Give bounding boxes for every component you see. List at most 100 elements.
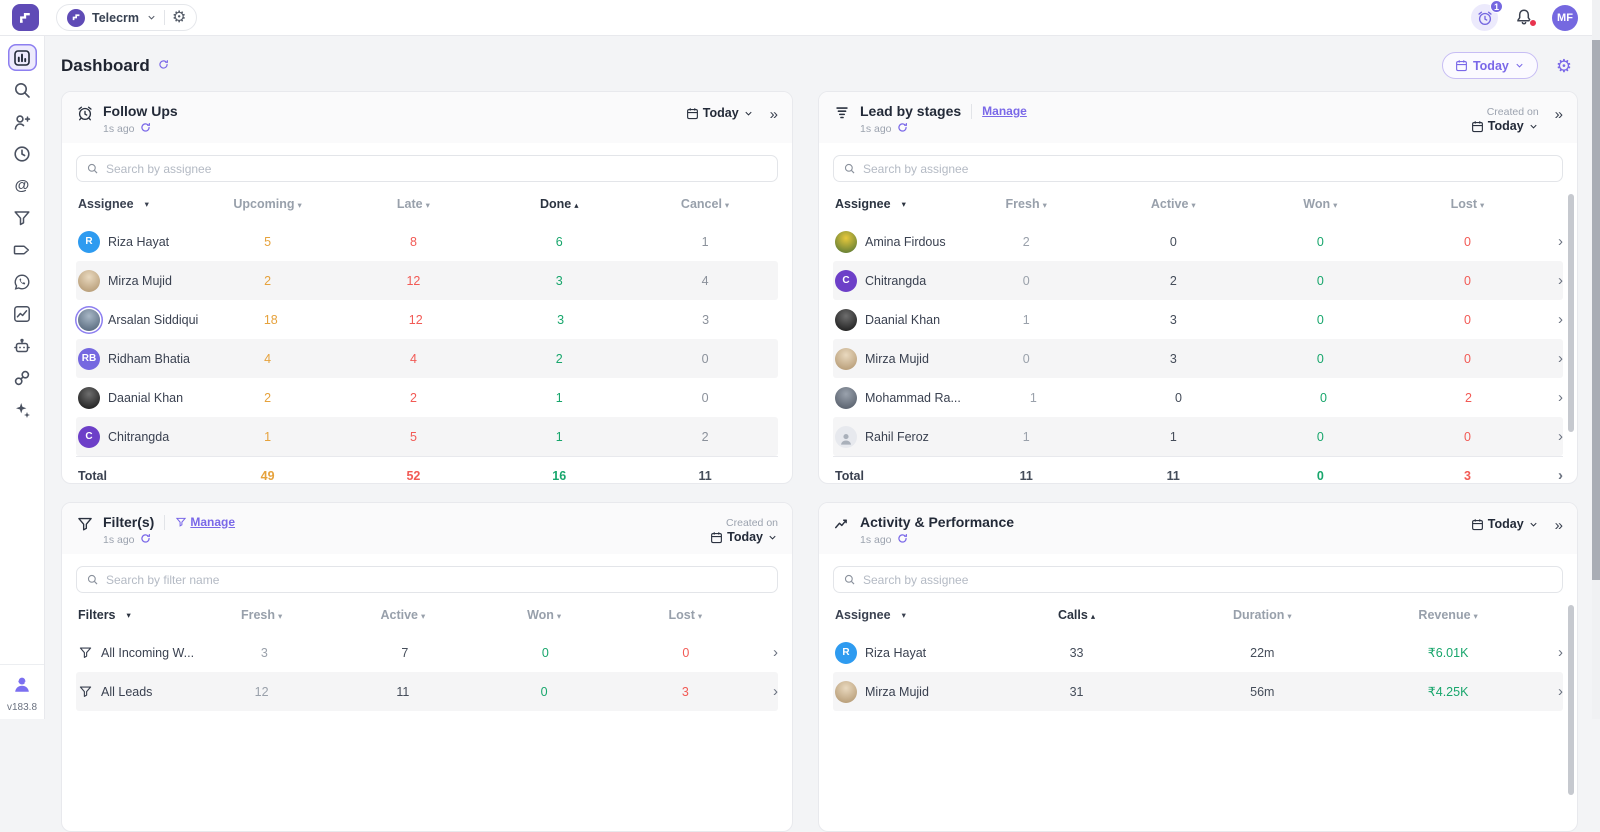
chevron-right-icon[interactable]: › [1541, 233, 1563, 250]
search-input[interactable] [106, 162, 768, 176]
column-header-fresh[interactable]: Fresh▾ [953, 197, 1100, 211]
chevron-right-icon[interactable]: › [1541, 428, 1563, 445]
alarm-clock-icon [76, 104, 94, 136]
table-row-all-leads[interactable]: All Leads121103› [76, 672, 778, 711]
chevron-right-icon[interactable]: › [1541, 350, 1563, 367]
cell-duration: 22m [1169, 646, 1355, 660]
divider [164, 515, 165, 530]
sidebar-item-recent[interactable] [8, 140, 37, 167]
chevron-down-icon [1514, 60, 1525, 71]
page-date-filter[interactable]: Today [1442, 52, 1538, 79]
dashboard-settings-icon[interactable]: ⚙ [1556, 57, 1572, 75]
table-row-all-incoming-w[interactable]: All Incoming W...3700› [76, 633, 778, 672]
table-row-mirza-mujid[interactable]: Mirza Mujid0300› [833, 339, 1563, 378]
refresh-icon[interactable] [140, 122, 151, 136]
panel-date-filter[interactable]: Today [710, 530, 778, 544]
panel-date-filter[interactable]: Today [1471, 517, 1539, 531]
notifications-button[interactable] [1514, 7, 1536, 29]
panel-date-filter[interactable]: Today [1471, 119, 1539, 133]
calendar-icon [1455, 59, 1468, 72]
alarm-clock-icon [1476, 9, 1494, 27]
collapse-panel-icon[interactable]: » [1555, 106, 1563, 124]
user-avatar[interactable]: MF [1552, 5, 1578, 31]
column-header-late[interactable]: Late▾ [341, 197, 487, 211]
refresh-icon[interactable] [897, 533, 908, 547]
table-row-riza-hayat[interactable]: RRiza Hayat3322m₹6.01K› [833, 633, 1563, 672]
column-header-cancel[interactable]: Cancel▾ [632, 197, 778, 211]
chevron-right-icon[interactable]: › [756, 683, 778, 700]
column-header-active[interactable]: Active▾ [332, 608, 473, 622]
panel-date-filter[interactable]: Today [686, 106, 754, 120]
manage-link[interactable]: Manage [982, 104, 1027, 118]
cell-won: 0 [474, 685, 615, 699]
created-on-label: Created on [726, 517, 778, 529]
funnel-icon [78, 684, 93, 699]
workspace-settings-icon[interactable]: ⚙ [172, 10, 186, 26]
refresh-icon[interactable] [140, 533, 151, 547]
chevron-right-icon[interactable]: › [756, 644, 778, 661]
panel-scrollbar[interactable] [1568, 605, 1574, 795]
sparkles-icon [12, 400, 32, 420]
search-input[interactable] [106, 573, 768, 587]
name-cell: RRiza Hayat [76, 231, 195, 253]
search-input[interactable] [863, 162, 1553, 176]
table-row-daanial-khan[interactable]: Daanial Khan1300› [833, 300, 1563, 339]
column-header-calls[interactable]: Calls▴ [984, 608, 1170, 622]
sidebar-item-analytics[interactable] [8, 300, 37, 327]
row-name: Riza Hayat [865, 646, 926, 660]
panel-scrollbar[interactable] [1568, 194, 1574, 432]
refresh-icon[interactable] [897, 122, 908, 136]
sidebar-item-dashboard[interactable] [8, 44, 37, 71]
manage-link[interactable]: Manage [175, 515, 235, 529]
chevron-right-icon[interactable]: › [1541, 644, 1563, 661]
column-header-duration[interactable]: Duration▾ [1169, 608, 1355, 622]
sidebar-item-add-user[interactable] [8, 108, 37, 135]
table-row-mirza-mujid[interactable]: Mirza Mujid3156m₹4.25K› [833, 672, 1563, 711]
column-header-revenue[interactable]: Revenue▾ [1355, 608, 1541, 622]
sidebar-item-search[interactable] [8, 76, 37, 103]
workspace-switcher[interactable]: Telecrm ⚙ [56, 4, 197, 31]
sidebar-item-automation[interactable] [8, 332, 37, 359]
column-header-assignee[interactable]: Assignee▾ [833, 197, 953, 211]
sidebar-item-tags[interactable] [8, 236, 37, 263]
column-header-won[interactable]: Won▾ [474, 608, 615, 622]
chevron-right-icon[interactable]: › [1541, 311, 1563, 328]
updated-ago: 1s ago [103, 534, 135, 546]
chevron-right-icon[interactable]: › [1541, 272, 1563, 289]
app-logo[interactable] [12, 4, 39, 31]
column-header-filters[interactable]: Filters▾ [76, 608, 191, 622]
table-row-mohammad-ra[interactable]: Mohammad Ra...1002› [833, 378, 1563, 417]
sidebar-item-whatsapp[interactable] [8, 268, 37, 295]
chevron-right-icon[interactable]: › [1541, 683, 1563, 700]
sidebar-item-mentions[interactable]: @ [8, 172, 37, 199]
table-row-chitrangda[interactable]: CChitrangda0200› [833, 261, 1563, 300]
chevron-right-icon[interactable]: › [1541, 389, 1563, 406]
column-header-done[interactable]: Done▴ [486, 197, 632, 211]
cell-active: 2 [1100, 274, 1247, 288]
calendar-icon [686, 107, 699, 120]
collapse-panel-icon[interactable]: » [770, 106, 778, 124]
cell-cancel: 0 [632, 352, 778, 366]
chevron-right-icon[interactable]: › [1541, 467, 1563, 484]
column-header-active[interactable]: Active▾ [1100, 197, 1247, 211]
column-header-upcoming[interactable]: Upcoming▾ [195, 197, 341, 211]
column-header-fresh[interactable]: Fresh▾ [191, 608, 332, 622]
reminders-button[interactable]: 1 [1471, 4, 1498, 31]
page-scrollbar[interactable] [1592, 0, 1600, 719]
sidebar-item-integrations[interactable] [8, 364, 37, 391]
sidebar-item-ai[interactable] [8, 396, 37, 423]
column-header-lost[interactable]: Lost▾ [615, 608, 756, 622]
column-header-won[interactable]: Won▾ [1247, 197, 1394, 211]
cell-done: 1 [486, 391, 632, 405]
support-icon[interactable] [11, 673, 33, 700]
cell-fresh: 0 [953, 352, 1100, 366]
sidebar-item-filters[interactable] [8, 204, 37, 231]
search-input[interactable] [863, 573, 1553, 587]
column-header-lost[interactable]: Lost▾ [1394, 197, 1541, 211]
table-row-rahil-feroz[interactable]: Rahil Feroz1100› [833, 417, 1563, 456]
column-header-assignee[interactable]: Assignee▾ [833, 608, 984, 622]
table-row-amina-firdous[interactable]: Amina Firdous2000› [833, 222, 1563, 261]
column-header-assignee[interactable]: Assignee▾ [76, 197, 195, 211]
collapse-panel-icon[interactable]: » [1555, 517, 1563, 535]
refresh-icon[interactable] [158, 57, 169, 75]
